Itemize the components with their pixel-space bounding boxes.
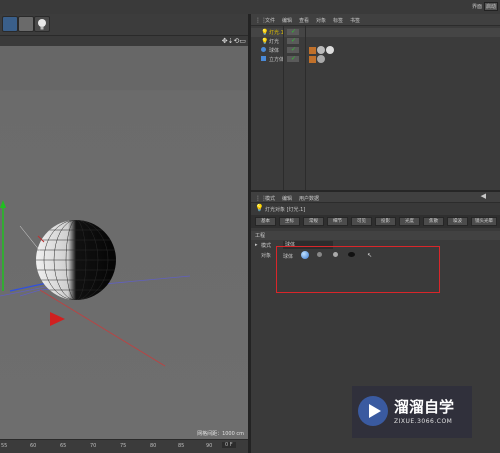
material-tag-icon[interactable] [317, 46, 325, 54]
menu-user-data[interactable]: 用户数据 [299, 195, 319, 202]
menu-file[interactable]: 文件 [265, 17, 275, 24]
light-icon: 💡 [261, 29, 269, 36]
mode-label: 模式 [261, 243, 272, 249]
object-name: 立方体 [269, 57, 285, 63]
object-title: 灯光对象 [灯光.1] [265, 207, 306, 213]
object-manager-menu: ⋮⋮ 文件 编辑 查看 对象 标签 书签 [251, 14, 500, 26]
watermark: 溜溜自学 ZIXUE.3066.COM [352, 386, 472, 438]
attribute-manager-menu: ⋮⋮ 模式 编辑 用户数据 ◀ [251, 192, 500, 203]
attribute-tabs: 基本 坐标 常规 细节 可见 投影 光度 焦散 噪波 镜头光晕 [251, 215, 500, 228]
section-title: 工程 [255, 233, 266, 239]
tab-caustics[interactable]: 焦散 [423, 217, 444, 226]
material-tag-icon[interactable] [326, 46, 334, 54]
object-name: 灯光 [269, 39, 280, 45]
check-icon[interactable]: ✓ [291, 37, 296, 44]
tab-shadow[interactable]: 投影 [375, 217, 396, 226]
viewport-header: ✥⇣⟲▭ [0, 36, 250, 46]
phong-tag-icon[interactable] [309, 47, 316, 54]
tab-basic[interactable]: 基本 [255, 217, 276, 226]
column-divider [305, 26, 306, 190]
grid-spacing-label: 网格间距：1000 cm [197, 431, 244, 437]
watermark-url: ZIXUE.3066.COM [394, 418, 453, 425]
object-name: 灯光.1 [269, 30, 284, 36]
check-icon[interactable]: ✓ [291, 28, 296, 35]
tab-visibility[interactable]: 可见 [351, 217, 372, 226]
tab-lens-glow[interactable]: 镜头光晕 [471, 217, 497, 226]
tick-label: 85 [178, 443, 185, 449]
check-icon[interactable]: ✓ [291, 55, 296, 62]
viewport-scene [0, 46, 248, 367]
tick-label: 80 [150, 443, 157, 449]
timeline-ruler[interactable]: 55 60 65 70 75 80 85 90 0 F [0, 439, 248, 453]
list-item[interactable]: 💡 灯光 ✓ [251, 37, 500, 46]
3d-viewport[interactable]: 网格间距：1000 cm [0, 46, 248, 439]
watermark-brand: 溜溜自学 [394, 398, 455, 416]
list-item[interactable]: 💡 灯光.1 ✓ [251, 28, 500, 37]
phong-tag-icon[interactable] [309, 56, 316, 63]
tick-label: 65 [60, 443, 67, 449]
layout-label: 界面 [471, 4, 482, 10]
menu-view[interactable]: 查看 [299, 17, 309, 24]
list-item[interactable]: 立方体 ✓ [251, 55, 500, 64]
tab-coord[interactable]: 坐标 [279, 217, 300, 226]
light-bulb-icon: 💡 [255, 204, 264, 212]
menu-object[interactable]: 对象 [316, 17, 326, 24]
sphere-icon [261, 47, 266, 52]
tick-label: 90 [206, 443, 213, 449]
list-item[interactable]: 球体 ✓ [251, 46, 500, 55]
check-icon[interactable]: ✓ [291, 46, 296, 53]
viewport-nav-icons[interactable]: ✥⇣⟲▭ [222, 37, 246, 45]
tick-label: 75 [120, 443, 127, 449]
play-logo-icon [358, 396, 388, 426]
section-header[interactable]: 工程 [251, 231, 500, 240]
menu-edit[interactable]: 编辑 [282, 17, 292, 24]
material-tag-icon[interactable] [317, 55, 325, 63]
object-name: 球体 [269, 48, 280, 54]
menu-bookmarks[interactable]: 书签 [350, 17, 360, 24]
highlight-box [276, 246, 440, 293]
attribute-title-bar: 💡 灯光对象 [灯光.1] [251, 203, 500, 215]
cube-icon [261, 56, 266, 61]
tick-label: 60 [30, 443, 37, 449]
layout-dropdown[interactable]: 启动 [484, 2, 498, 11]
menu-mode[interactable]: 模式 [265, 195, 275, 202]
menu-edit[interactable]: 编辑 [282, 195, 292, 202]
column-divider [283, 26, 284, 190]
light-icon: 💡 [261, 38, 269, 45]
light-bulb-icon[interactable] [34, 16, 50, 32]
tab-general[interactable]: 常规 [303, 217, 324, 226]
tab-noise[interactable]: 噪波 [447, 217, 468, 226]
tab-details[interactable]: 细节 [327, 217, 348, 226]
tab-photometric[interactable]: 光度 [399, 217, 420, 226]
render-icon[interactable] [18, 16, 34, 32]
back-arrow-icon[interactable]: ◀ [481, 192, 486, 200]
menu-tags[interactable]: 标签 [333, 17, 343, 24]
tick-label: 70 [90, 443, 97, 449]
tick-label: 55 [1, 443, 8, 449]
film-icon[interactable] [2, 16, 18, 32]
expand-icon[interactable]: ▸ [255, 242, 258, 248]
frame-field[interactable]: 0 F [222, 442, 236, 448]
top-bar: 界面 启动 [0, 0, 500, 14]
main-toolbar [0, 14, 250, 36]
object-label: 对象 [261, 253, 272, 259]
